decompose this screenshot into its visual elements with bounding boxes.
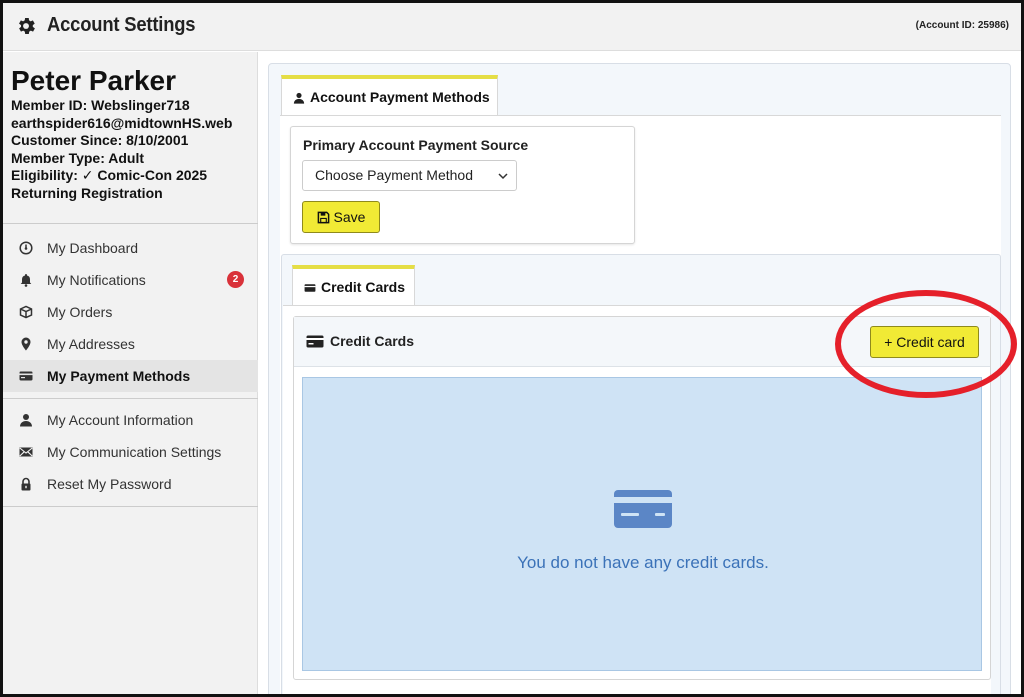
- empty-state: You do not have any credit cards.: [302, 377, 982, 671]
- sidebar-item-notifications[interactable]: My Notifications 2: [3, 264, 258, 296]
- profile-summary: Peter Parker Member ID: Webslinger718 ea…: [3, 52, 258, 224]
- sidebar-item-label: My Account Information: [47, 412, 194, 428]
- sidebar-item-dashboard[interactable]: My Dashboard: [3, 232, 258, 264]
- page-title: Account Settings: [47, 14, 196, 36]
- user-name: Peter Parker: [11, 65, 177, 96]
- credit-card-icon: [306, 335, 324, 348]
- sidebar-item-label: My Dashboard: [47, 240, 139, 256]
- credit-cards-title-text: Credit Cards: [330, 333, 415, 349]
- sidebar-item-orders[interactable]: My Orders: [3, 296, 258, 328]
- lock-icon: [21, 477, 31, 491]
- bell-icon: [20, 274, 32, 287]
- tab-account-payment-methods[interactable]: Account Payment Methods: [281, 75, 498, 116]
- payment-method-select-value: Choose Payment Method: [315, 167, 473, 183]
- payment-method-select[interactable]: Choose Payment Method: [302, 160, 517, 191]
- eligibility: Eligibility: ✓ Comic-Con 2025: [11, 167, 208, 183]
- map-pin-icon: [21, 337, 31, 351]
- sidebar: Peter Parker Member ID: Webslinger718 ea…: [3, 52, 258, 694]
- credit-card-icon: [304, 284, 316, 293]
- highlight-annotation: [835, 290, 1017, 398]
- account-id-label: (Account ID: 25986): [915, 20, 1009, 31]
- sidebar-item-label: My Addresses: [47, 336, 135, 352]
- box-icon: [19, 305, 33, 319]
- primary-payment-source-card: Primary Account Payment Source Choose Pa…: [290, 126, 635, 244]
- envelope-icon: [19, 447, 33, 457]
- sidebar-menu-primary: My Dashboard My Notifications 2 My Order…: [3, 232, 258, 399]
- app-window: Account Settings (Account ID: 25986) Pet…: [0, 0, 1024, 697]
- member-type: Member Type: Adult: [11, 149, 145, 166]
- registration-status: Returning Registration: [11, 184, 163, 201]
- user-icon: [20, 414, 32, 427]
- credit-cards-title: Credit Cards: [306, 333, 414, 349]
- sidebar-item-label: My Payment Methods: [47, 368, 191, 384]
- notification-count-badge: 2: [227, 271, 244, 288]
- sidebar-item-reset-password[interactable]: Reset My Password: [3, 468, 258, 500]
- sidebar-item-label: My Orders: [47, 304, 113, 320]
- tab-label: Account Payment Methods: [310, 89, 490, 105]
- user-email: earthspider616@midtownHS.web: [11, 114, 233, 131]
- sidebar-item-label: My Communication Settings: [47, 444, 222, 460]
- user-icon: [293, 93, 305, 104]
- sidebar-item-account-information[interactable]: My Account Information: [3, 404, 258, 436]
- gear-icon: [19, 18, 35, 34]
- sidebar-menu-account: My Account Information My Communication …: [3, 404, 258, 507]
- dashboard-icon: [19, 241, 33, 255]
- credit-card-icon: [19, 371, 33, 381]
- sidebar-item-communication-settings[interactable]: My Communication Settings: [3, 436, 258, 468]
- payment-methods-panel: Primary Account Payment Source Choose Pa…: [280, 115, 1001, 694]
- tab-credit-cards[interactable]: Credit Cards: [292, 265, 415, 306]
- save-button[interactable]: Save: [302, 201, 380, 233]
- tab-label: Credit Cards: [321, 279, 406, 295]
- floppy-disk-icon: [317, 211, 329, 224]
- sidebar-item-label: Reset My Password: [47, 476, 172, 492]
- app-header: Account Settings (Account ID: 25986): [3, 3, 1021, 51]
- sidebar-item-addresses[interactable]: My Addresses: [3, 328, 258, 360]
- customer-since: Customer Since: 8/10/2001: [11, 132, 189, 148]
- credit-card-icon: [614, 490, 672, 528]
- save-button-label: Save: [333, 209, 366, 225]
- chevron-down-icon: [498, 173, 508, 180]
- empty-state-message: You do not have any credit cards.: [517, 553, 769, 572]
- sidebar-item-payment-methods[interactable]: My Payment Methods: [3, 360, 258, 392]
- member-id: Member ID: Webslinger718: [11, 97, 190, 113]
- primary-payment-source-label: Primary Account Payment Source: [303, 137, 529, 153]
- sidebar-item-label: My Notifications: [47, 272, 146, 288]
